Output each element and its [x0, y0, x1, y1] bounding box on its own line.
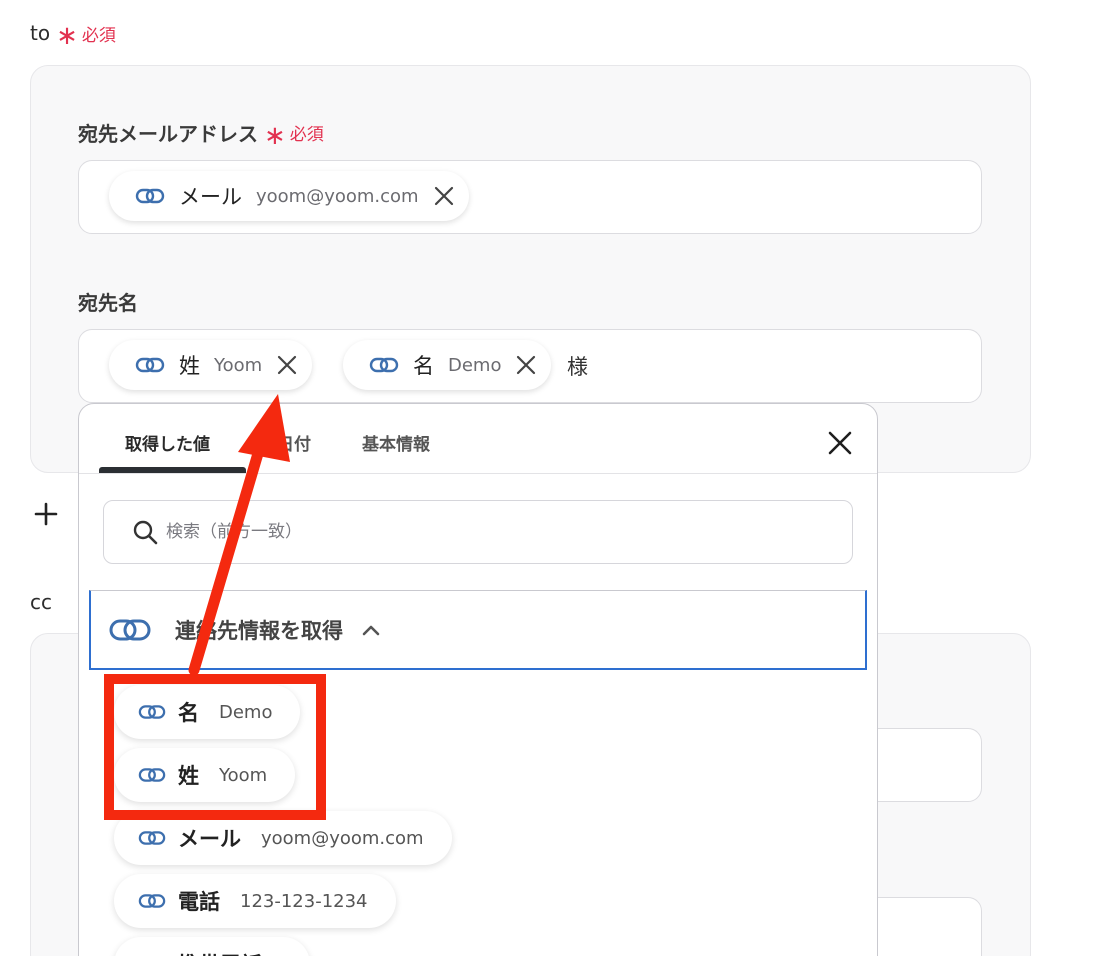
list-item[interactable]: 電話 123-123-1234 — [114, 874, 396, 928]
item-value: yoom@yoom.com — [261, 827, 424, 849]
email-field-label: 宛先メールアドレス ∗ 必須 — [78, 118, 324, 151]
item-value: 123-123-1234 — [240, 890, 368, 912]
chip-key: 名 — [413, 354, 434, 378]
link-icon — [135, 188, 165, 204]
group-header-contact-info[interactable]: 連絡先情報を取得 — [89, 590, 867, 670]
required-badge: ∗ 必須 — [264, 120, 324, 151]
search-box[interactable] — [103, 500, 853, 564]
link-icon — [135, 357, 165, 373]
item-key: メール — [178, 827, 241, 851]
chip-value: Demo — [448, 354, 502, 376]
name-field-label: 宛先名 — [78, 287, 138, 316]
tab-basic-info[interactable]: 基本情報 — [362, 430, 430, 455]
required-text: 必須 — [81, 25, 116, 46]
email-field-label-text: 宛先メールアドレス — [78, 122, 258, 146]
chip-key: メール — [179, 185, 242, 209]
close-icon[interactable] — [827, 430, 853, 456]
link-icon — [138, 894, 166, 908]
chip-value: Yoom — [214, 354, 263, 376]
plus-icon[interactable] — [34, 502, 58, 526]
dropdown-tabs: 取得した値 日付 基本情報 — [79, 404, 877, 474]
chevron-up-icon — [362, 625, 380, 635]
required-badge: ∗ 必須 — [56, 20, 116, 51]
name-field-label-text: 宛先名 — [78, 291, 138, 315]
link-icon — [369, 357, 399, 373]
tab-date[interactable]: 日付 — [277, 430, 311, 455]
link-icon — [109, 619, 151, 640]
chip-key: 姓 — [179, 354, 200, 378]
first-name-chip[interactable]: 名 Demo — [343, 340, 552, 390]
item-key: 携帯電話 — [178, 949, 262, 956]
annotation-highlight-box — [104, 674, 326, 820]
tab-acquired-values[interactable]: 取得した値 — [125, 430, 210, 455]
item-key: 電話 — [178, 890, 220, 914]
list-item[interactable]: 携帯電話 — [114, 937, 310, 956]
required-text: 必須 — [289, 125, 324, 145]
last-name-chip[interactable]: 姓 Yoom — [109, 340, 313, 390]
search-input[interactable] — [166, 522, 766, 542]
link-icon — [138, 831, 166, 845]
group-title: 連絡先情報を取得 — [175, 618, 343, 643]
remove-icon[interactable] — [276, 354, 298, 376]
to-label: to ∗ 必須 — [30, 20, 116, 51]
remove-icon[interactable] — [433, 185, 455, 207]
cc-label-text: cc — [30, 590, 52, 614]
active-tab-indicator — [99, 467, 246, 473]
honorific-suffix: 様 — [567, 355, 588, 379]
chip-value: yoom@yoom.com — [256, 185, 419, 207]
asterisk-icon: ∗ — [56, 21, 78, 51]
to-label-text: to — [30, 21, 51, 45]
asterisk-icon: ∗ — [264, 120, 286, 151]
email-chip[interactable]: メール yoom@yoom.com — [109, 171, 469, 221]
remove-icon[interactable] — [515, 354, 537, 376]
cc-label: cc — [30, 590, 52, 614]
search-icon — [133, 520, 158, 545]
